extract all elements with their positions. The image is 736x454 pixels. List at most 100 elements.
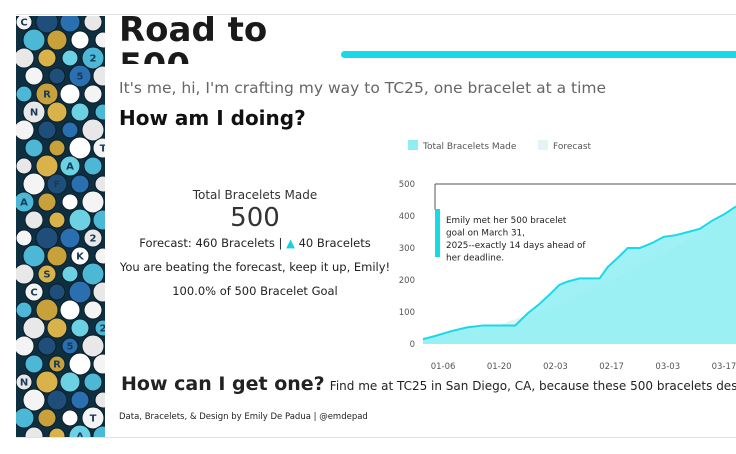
bead [48,139,66,157]
bead [81,190,105,214]
bead [68,136,92,160]
bead-letter: K [76,252,85,263]
legend-label: Forecast [553,142,592,152]
cta-text: Find me at TC25 in San Diego, CA, becaus… [329,379,736,393]
page-title: Road to 500 [119,16,268,64]
bead [70,318,90,338]
x-tick-label: 01-06 [431,362,456,372]
page-subtitle: It's me, hi, I'm crafting my way to TC25… [119,79,607,97]
bead [48,211,66,229]
frame-bottom-border [16,437,736,438]
bead [83,156,103,176]
bead [83,300,103,320]
bead [61,49,79,67]
bead [81,334,105,358]
progress-chart-svg: Total Bracelets MadetForecast01002003004… [399,140,736,372]
bead [61,409,79,427]
bead [46,29,68,51]
bead [70,102,90,122]
bead [46,389,68,411]
bead [37,120,57,140]
bead [59,299,81,321]
cta-heading: How can I get one? [121,373,325,395]
bead-letter: R [53,360,61,371]
bead [81,118,105,142]
bead-letter: C [30,288,37,299]
bead [59,16,81,33]
bead [16,301,33,319]
bead-letter: N [30,108,38,119]
bead [46,317,68,339]
bead [16,47,35,69]
bead-letter: F [54,180,61,191]
bead [48,67,66,85]
bead [61,193,79,211]
bead [22,28,46,52]
bead [24,66,44,86]
bracelet-beads-illustration: C25RNTAFA2KSC25RNTA [16,16,105,437]
kpi-panel: Total Bracelets Made 500 Forecast: 460 B… [105,186,405,298]
bead-letter: A [66,162,74,173]
y-tick-label: 300 [399,244,415,254]
bead [16,407,35,429]
bead [68,208,92,232]
bead [81,262,105,286]
x-tick-label: 03-17 [712,362,736,372]
bead [70,30,90,50]
bead [83,84,103,104]
bead [46,245,68,267]
y-tick-label: 200 [399,276,415,286]
bead [83,372,103,392]
bead [46,101,68,123]
x-tick-label: 02-03 [543,362,568,372]
x-tick-label: 03-03 [655,362,680,372]
bead [16,85,33,103]
cta-line: How can I get one? Find me at TC25 in Sa… [121,373,736,395]
y-tick-label: 400 [399,212,415,222]
bead-letter: R [43,90,51,101]
bead-letter: C [20,18,27,29]
bead [35,298,59,322]
bead [61,121,79,139]
bead [22,388,46,412]
bead [22,244,46,268]
series-total-area [423,206,736,344]
bead [37,192,57,212]
y-tick-label: 500 [399,180,415,190]
y-tick-label: 100 [399,308,415,318]
bead [16,157,33,175]
section-heading: How am I doing? [119,106,306,130]
bead [35,226,59,250]
bead [59,371,81,393]
delta-text: 40 Bracelets [298,236,371,250]
bead [24,138,44,158]
bead [24,354,44,374]
bead-letter: 5 [67,342,74,353]
bead [22,172,46,196]
bead [37,408,57,428]
bead [35,370,59,394]
bead [59,227,81,249]
x-tick-label: 01-20 [487,362,512,372]
bead [24,210,44,230]
legend-swatch [408,140,418,150]
bead [37,336,57,356]
bead [68,280,92,304]
annotation-marker [435,209,440,257]
kpi-value: 500 [230,203,280,233]
forecast-text: Forecast: 460 Bracelets | [139,236,283,250]
bead-letter: 2 [90,54,97,65]
progress-chart[interactable]: Total Bracelets MadetForecast01002003004… [391,138,736,378]
kpi-forecast: Forecast: 460 Bracelets | ▲ 40 Bracelets [105,236,405,250]
bead-letter: S [43,270,50,281]
bead-letter: A [20,198,28,209]
legend-label: Total Bracelets Made [422,142,517,152]
y-tick-label: 0 [410,340,415,350]
bead [70,174,90,194]
bead [59,83,81,105]
bead-letter: 2 [90,234,97,245]
bracelet-beads-image: C25RNTAFA2KSC25RNTA [16,16,105,437]
credit-line: Data, Bracelets, & Design by Emily De Pa… [119,412,368,422]
bead-letter: N [20,378,28,389]
bead [61,265,79,283]
